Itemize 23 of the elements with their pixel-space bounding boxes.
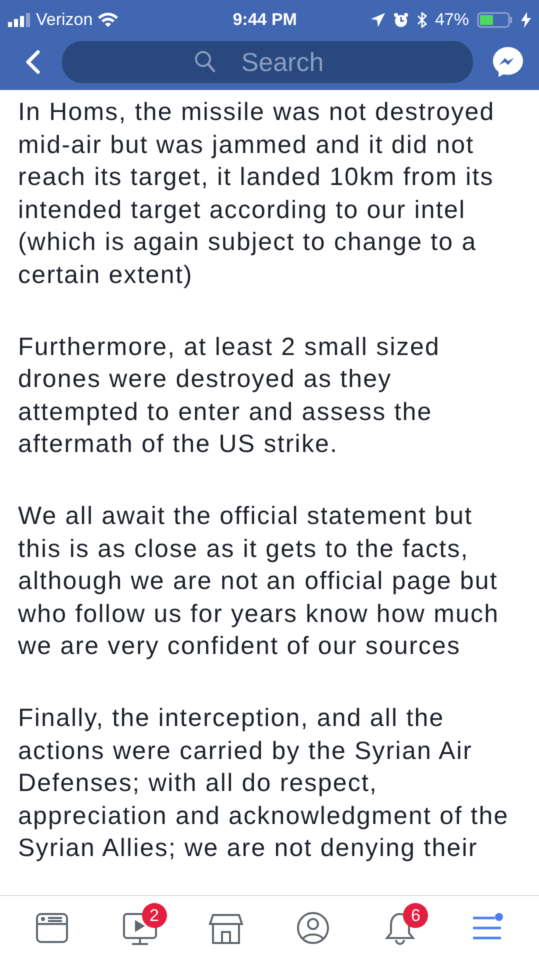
messenger-icon[interactable] xyxy=(491,45,525,79)
search-icon xyxy=(194,50,216,74)
battery-percent: 47% xyxy=(434,9,469,32)
alarm-clock-icon xyxy=(392,12,409,28)
post-paragraph: In Homs, the missile was not destroyed mid-air but was jammed and it did not reach its target, it landed 10km from its intended target according to our intel (which is again subject to change to a certain extent) xyxy=(18,97,496,291)
profile-icon xyxy=(295,910,332,946)
search-field[interactable]: Search xyxy=(62,41,473,83)
carrier-name: Verizon xyxy=(36,9,93,32)
tab-button[interactable]: 2 xyxy=(108,903,169,953)
bluetooth-icon xyxy=(416,12,427,28)
notification-badge: 6 xyxy=(403,903,428,928)
post-paragraph: We all await the official statement but this is as close as it gets to the facts, although we are not an official page but who follow us for years know how much we are very confident of our sources xyxy=(18,500,500,662)
tab-button[interactable]: 6 xyxy=(370,903,430,953)
battery-icon xyxy=(476,12,513,28)
charging-bolt-icon xyxy=(520,12,531,28)
clock-time: 9:44 PM xyxy=(232,9,297,32)
news-feed-icon xyxy=(34,910,70,946)
signal-icon xyxy=(8,13,32,27)
wifi-icon xyxy=(96,12,119,28)
notification-badge: 2 xyxy=(142,903,167,928)
post-paragraph: Finally, the interception, and all the actions were carried by the Syrian Air Defenses; with all do respect, appreciation and acknowledgment of the Syrian Allies; we are not denying their xyxy=(18,702,510,864)
post-paragraph: Furthermore, at least 2 small sized drones were destroyed as they attempted to enter and assess the aftermath of the US strike. xyxy=(18,332,441,460)
location-arrow-icon xyxy=(370,13,385,27)
